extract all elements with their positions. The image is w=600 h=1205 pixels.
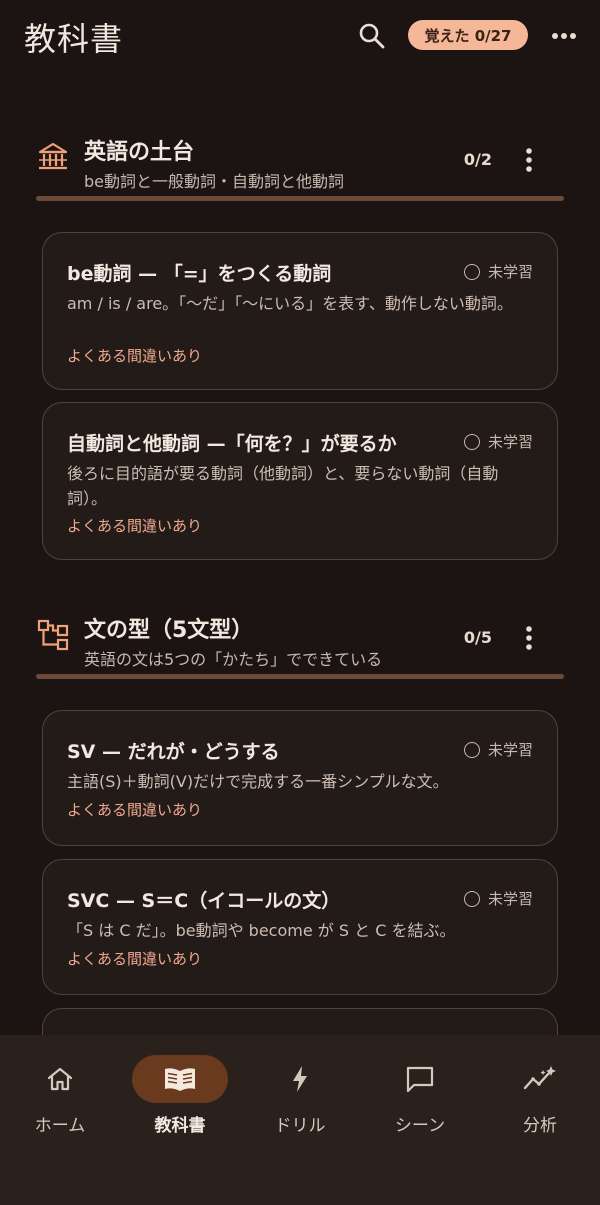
- lesson-description: 主語(S)＋動詞(V)だけで完成する一番シンプルな文。: [67, 772, 449, 791]
- nav-label: 教科書: [154, 1116, 206, 1136]
- lesson-status: 未学習: [463, 888, 533, 909]
- learned-progress-badge[interactable]: 覚えた 0/27: [408, 20, 528, 50]
- section-progress-count: 0/2: [463, 150, 492, 169]
- analytics-icon: [523, 1066, 556, 1090]
- common-mistake-note: よくある間違いあり: [67, 950, 203, 968]
- section-subtitle: be動詞と一般動詞・自動詞と他動詞: [84, 172, 345, 191]
- lesson-status: 未学習: [463, 431, 533, 452]
- section-progress-bar: [36, 674, 564, 679]
- lesson-card[interactable]: SVC — S＝C（イコールの文） 未学習 「S は C だ」。be動詞や be…: [42, 859, 558, 995]
- bolt-icon: [293, 1066, 307, 1092]
- chat-icon: [406, 1066, 434, 1093]
- lesson-description: 「S は C だ」。be動詞や become が S と C を結ぶ。: [67, 921, 456, 940]
- lesson-card[interactable]: SV — だれが・どうする 未学習 主語(S)＋動詞(V)だけで完成する一番シン…: [42, 710, 558, 846]
- top-app-bar: 教科書 覚えた 0/27: [0, 0, 600, 72]
- nav-label: シーン: [394, 1116, 446, 1136]
- section-progress-bar: [36, 196, 564, 201]
- nav-item-home[interactable]: ホーム: [0, 1035, 120, 1145]
- structure-tree-icon: [36, 618, 70, 652]
- unlearned-circle-icon: [463, 263, 480, 280]
- nav-label: ホーム: [34, 1116, 86, 1136]
- lesson-status-label: 未学習: [487, 263, 533, 281]
- lesson-status-label: 未学習: [487, 890, 533, 908]
- section-header[interactable]: 文の型（5文型） 英語の文は5つの「かたち」でできている 0/5: [36, 612, 564, 682]
- lesson-card[interactable]: be動詞 — 「=」をつくる動詞 未学習 am / is / are。「〜だ」「…: [42, 232, 558, 390]
- lesson-title: SV — だれが・どうする: [67, 741, 280, 763]
- nav-item-drill[interactable]: ドリル: [240, 1035, 360, 1145]
- search-icon: [359, 23, 385, 49]
- lesson-description: 後ろに目的語が要る動詞（他動詞）と、要らない動詞（自動詞）。: [67, 464, 499, 508]
- lesson-status-label: 未学習: [487, 741, 533, 759]
- more-vertical-icon: [526, 626, 532, 650]
- unlearned-circle-icon: [463, 890, 480, 907]
- search-button[interactable]: [352, 16, 392, 56]
- page-title: 教科書: [24, 20, 124, 58]
- common-mistake-note: よくある間違いあり: [67, 347, 203, 365]
- lesson-status: 未学習: [463, 261, 533, 282]
- section-menu-button[interactable]: [514, 618, 544, 658]
- unlearned-circle-icon: [463, 433, 480, 450]
- lesson-title: be動詞 — 「=」をつくる動詞: [67, 263, 332, 285]
- section-menu-button[interactable]: [514, 140, 544, 180]
- section-header[interactable]: 英語の土台 be動詞と一般動詞・自動詞と他動詞 0/2: [36, 134, 564, 204]
- nav-label: ドリル: [274, 1116, 326, 1136]
- section-title: 文の型（5文型）: [84, 618, 254, 643]
- lesson-status: 未学習: [463, 739, 533, 760]
- book-icon: [165, 1068, 195, 1091]
- home-icon: [47, 1067, 73, 1091]
- foundation-icon: [36, 140, 70, 174]
- lesson-description: am / is / are。「〜だ」「〜にいる」を表す、動作しない動詞。: [67, 294, 513, 313]
- more-vertical-icon: [526, 148, 532, 172]
- nav-item-analytics[interactable]: 分析: [480, 1035, 600, 1145]
- nav-item-scene[interactable]: シーン: [360, 1035, 480, 1145]
- lesson-title: SVC — S＝C（イコールの文）: [67, 890, 341, 912]
- more-options-button[interactable]: [544, 16, 584, 56]
- bottom-navigation: ホーム 教科書 ドリル シーン 分析: [0, 1035, 600, 1205]
- more-horizontal-icon: [552, 33, 576, 39]
- section-subtitle: 英語の文は5つの「かたち」でできている: [84, 650, 383, 669]
- nav-item-textbook[interactable]: 教科書: [120, 1035, 240, 1145]
- lesson-status-label: 未学習: [487, 433, 533, 451]
- lesson-title: 自動詞と他動詞 —「何を？」が要るか: [67, 433, 397, 455]
- section-title: 英語の土台: [84, 140, 195, 165]
- common-mistake-note: よくある間違いあり: [67, 801, 203, 819]
- lesson-card[interactable]: 自動詞と他動詞 —「何を？」が要るか 未学習 後ろに目的語が要る動詞（他動詞）と…: [42, 402, 558, 560]
- unlearned-circle-icon: [463, 741, 480, 758]
- nav-label: 分析: [523, 1116, 557, 1136]
- section-progress-count: 0/5: [463, 628, 492, 647]
- common-mistake-note: よくある間違いあり: [67, 517, 203, 535]
